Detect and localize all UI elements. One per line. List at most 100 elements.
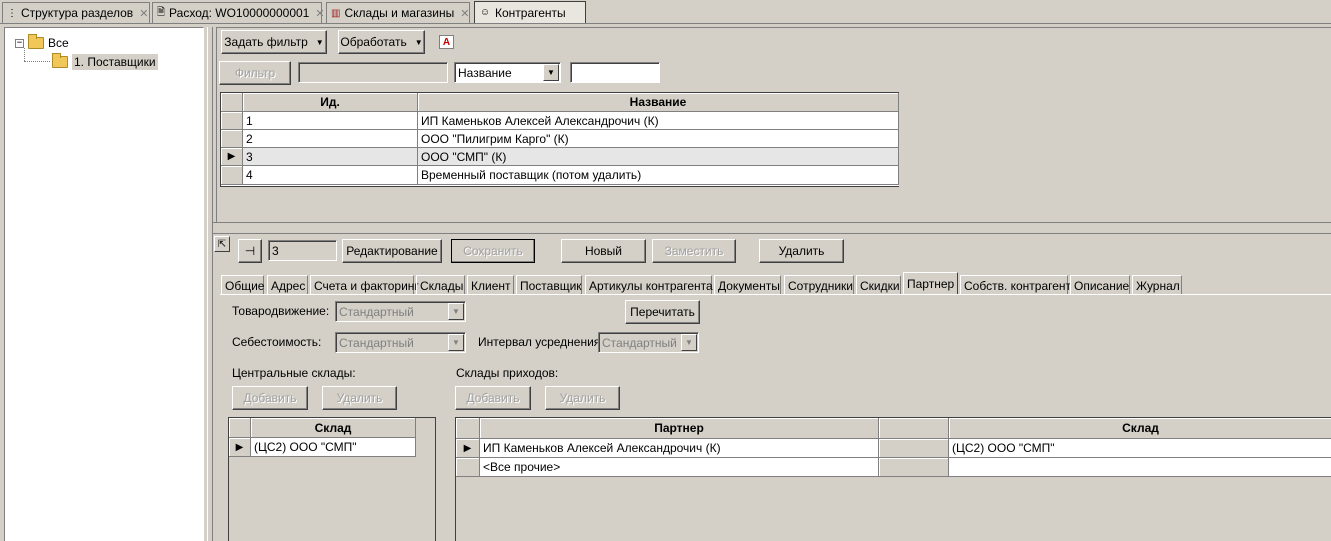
tab-discounts[interactable]: Скидки (856, 275, 901, 295)
field-select[interactable]: Название ▼ (454, 62, 561, 83)
doc-tab-structure[interactable]: ⋮ Структура разделов ✕ (2, 2, 150, 23)
central-warehouses-grid[interactable]: Склад ▶ (ЦС2) ООО "СМП" (228, 417, 436, 541)
table-cell-partner[interactable]: ИП Каменьков Алексей Александрочич (К) (480, 439, 879, 458)
tab-journal[interactable]: Журнал (1132, 275, 1182, 295)
chevron-down-icon[interactable]: ▼ (543, 64, 559, 81)
doc-tab-label: Контрагенты (495, 5, 566, 20)
row-indicator[interactable] (221, 112, 243, 130)
column-header-blank[interactable] (879, 418, 949, 439)
interval-label: Интервал усреднения: (478, 335, 604, 349)
table-cell-id[interactable]: 4 (243, 166, 418, 185)
close-icon[interactable]: ✕ (139, 7, 148, 20)
interval-select[interactable]: Стандартный ▼ (598, 332, 699, 353)
filter-menu-button[interactable]: Задать фильтр ▼ (221, 30, 327, 54)
table-cell-name[interactable]: ООО "Пилигрим Карго" (К) (418, 130, 899, 148)
doc-tab-expense[interactable]: 🗎 Расход: WO10000000001 ✕ (152, 2, 325, 23)
close-icon[interactable]: ✕ (315, 7, 324, 20)
filter-button[interactable]: Фильтр (219, 61, 291, 85)
edit-button[interactable]: Редактирование (342, 239, 442, 263)
central-add-button[interactable]: Добавить (232, 386, 308, 410)
tab-address[interactable]: Адрес (267, 275, 308, 295)
table-cell-partner[interactable]: <Все прочие> (480, 458, 879, 477)
tab-partner[interactable]: Партнер (903, 272, 958, 295)
vertical-splitter[interactable] (207, 27, 213, 541)
tree-line (24, 61, 50, 62)
income-remove-button[interactable]: Удалить (545, 386, 620, 410)
replace-button[interactable]: Заместить (652, 239, 736, 263)
doc-tab-label: Структура разделов (21, 6, 134, 20)
reread-button[interactable]: Перечитать (625, 300, 700, 324)
tab-accounts[interactable]: Счета и факторинг (310, 275, 419, 295)
table-cell-name[interactable]: ООО "СМП" (К) (418, 148, 899, 166)
filter-field[interactable] (298, 62, 448, 83)
current-row-arrow-icon: ▶ (235, 441, 244, 453)
tab-general[interactable]: Общие (221, 275, 264, 295)
row-indicator[interactable] (221, 166, 243, 185)
column-header-name[interactable]: Название (418, 93, 899, 112)
grid-corner (229, 418, 251, 438)
delete-button[interactable]: Удалить (759, 239, 844, 263)
current-row-indicator[interactable]: ▶ (221, 148, 243, 166)
income-warehouses-grid[interactable]: Партнер Склад ▶ ИП Каменьков Алексей Але… (455, 417, 1331, 541)
tab-panel-border (220, 294, 1331, 295)
tree-node-suppliers[interactable]: 1. Поставщики (52, 53, 158, 70)
tab-description[interactable]: Описание (1070, 275, 1130, 295)
current-row-indicator[interactable]: ▶ (456, 439, 480, 458)
income-add-button[interactable]: Добавить (455, 386, 531, 410)
table-cell-warehouse[interactable]: (ЦС2) ООО "СМП" (251, 438, 416, 457)
column-header-warehouse[interactable]: Склад (949, 418, 1331, 439)
grid-corner (221, 93, 243, 112)
tree-node-label: Все (48, 36, 69, 50)
cost-select[interactable]: Стандартный ▼ (335, 332, 466, 353)
current-row-arrow-icon: ▶ (463, 442, 472, 454)
doc-tab-warehouses[interactable]: ▥ Склады и магазины ✕ (326, 2, 470, 23)
income-warehouses-label: Склады приходов: (456, 366, 559, 380)
tree-node-label: 1. Поставщики (72, 54, 158, 70)
tab-employees[interactable]: Сотрудники (784, 275, 854, 295)
horizontal-splitter[interactable] (213, 222, 1331, 234)
close-icon[interactable]: ✕ (460, 7, 469, 20)
divider (0, 23, 1331, 24)
tab-documents[interactable]: Документы (714, 275, 781, 295)
dropdown-arrow-icon: ▼ (315, 37, 324, 47)
document-tab-bar: ⋮ Структура разделов ✕ 🗎 Расход: WO10000… (0, 0, 1331, 24)
table-cell-button[interactable] (879, 458, 949, 477)
current-row-indicator[interactable]: ▶ (229, 438, 251, 457)
doc-tab-counterparties[interactable]: ☺ Контрагенты (474, 1, 586, 23)
column-header-id[interactable]: Ид. (243, 93, 418, 112)
collapse-icon[interactable]: − (15, 38, 24, 48)
table-cell-id[interactable]: 2 (243, 130, 418, 148)
font-icon[interactable]: A (439, 35, 454, 49)
movement-select[interactable]: Стандартный ▼ (335, 301, 466, 322)
group-tree[interactable]: − Все 1. Поставщики (4, 27, 204, 541)
tab-warehouses[interactable]: Склады (416, 275, 465, 295)
table-cell-name[interactable]: ИП Каменьков Алексей Александрочич (К) (418, 112, 899, 130)
record-id-field[interactable]: 3 (268, 240, 337, 261)
doc-tab-label: Расход: WO10000000001 (169, 6, 310, 20)
central-remove-button[interactable]: Удалить (322, 386, 397, 410)
collapse-panel-icon[interactable]: ⇱ (214, 236, 230, 252)
row-indicator[interactable] (456, 458, 480, 477)
table-cell-button[interactable] (879, 439, 949, 458)
save-button[interactable]: Сохранить (451, 239, 535, 263)
pin-button[interactable]: ⊣ (238, 239, 262, 263)
tab-articles[interactable]: Артикулы контрагента (585, 275, 713, 295)
new-button[interactable]: Новый (561, 239, 646, 263)
table-cell-warehouse[interactable] (949, 458, 1331, 477)
tab-client[interactable]: Клиент (467, 275, 514, 295)
tab-supplier[interactable]: Поставщик (516, 275, 582, 295)
search-input[interactable] (570, 62, 660, 83)
button-label: Обработать (340, 35, 407, 49)
button-label: Задать фильтр (224, 35, 308, 49)
table-cell-id[interactable]: 3 (243, 148, 418, 166)
table-cell-warehouse[interactable]: (ЦС2) ООО "СМП" (949, 439, 1331, 458)
tab-own-counterparty[interactable]: Собств. контрагент (960, 275, 1071, 295)
table-cell-id[interactable]: 1 (243, 112, 418, 130)
counterparty-icon: ☺ (479, 7, 491, 18)
column-header-partner[interactable]: Партнер (480, 418, 879, 439)
table-cell-name[interactable]: Временный поставщик (потом удалить) (418, 166, 899, 185)
counterparty-grid[interactable]: Ид. Название 1 ИП Каменьков Алексей Алек… (220, 92, 899, 187)
row-indicator[interactable] (221, 130, 243, 148)
column-header-warehouse[interactable]: Склад (251, 418, 416, 438)
process-menu-button[interactable]: Обработать ▼ (338, 30, 425, 54)
